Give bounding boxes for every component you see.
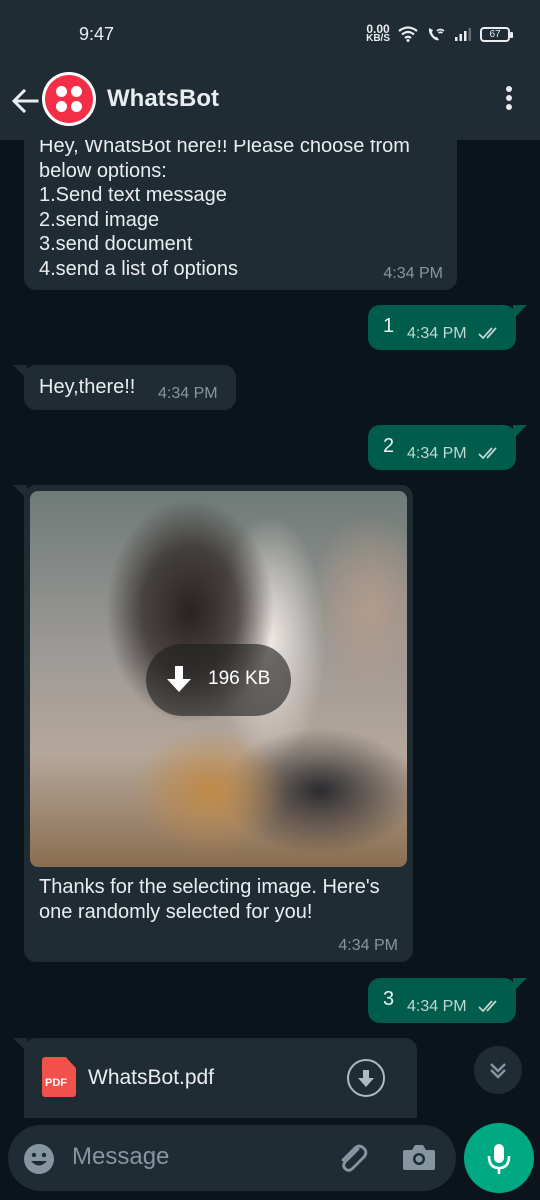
message-text: Hey, WhatsBot here!! Please choose from … — [39, 134, 410, 281]
network-speed: 0.00 KB/S — [366, 23, 390, 44]
arrow-left-icon[interactable] — [10, 86, 40, 116]
signal-icon — [455, 28, 471, 41]
image-caption: Thanks for the selecting image. Here's o… — [39, 875, 380, 924]
message-time: 4:34 PM — [158, 385, 218, 402]
message-input[interactable]: Message — [72, 1143, 169, 1171]
double-check-icon — [478, 327, 497, 340]
chat-title[interactable]: WhatsBot — [107, 85, 219, 113]
document-download-button[interactable] — [347, 1059, 385, 1097]
top-bar: 9:47 0.00 KB/S 67 WhatsBot — [0, 0, 540, 140]
caption-line: Thanks for the selecting image. Here's — [39, 876, 380, 898]
chat-header: WhatsBot — [0, 68, 540, 140]
double-check-icon — [478, 447, 497, 460]
message-text: Hey,there!! — [39, 376, 136, 398]
message-time: 4:34 PM — [338, 937, 398, 954]
message-time: 4:34 PM — [407, 325, 467, 342]
pdf-badge: PDF — [45, 1077, 67, 1089]
image-file-size: 196 KB — [208, 668, 271, 689]
chevron-double-down-icon — [490, 1063, 506, 1079]
battery-indicator: 67 — [480, 26, 513, 42]
message-text: 2 — [383, 435, 395, 457]
twilio-logo-icon — [45, 75, 93, 123]
message-line: below options: — [39, 159, 167, 182]
avatar[interactable] — [42, 72, 96, 126]
document-file-name: WhatsBot.pdf — [88, 1066, 215, 1089]
outgoing-message[interactable]: 3 4:34 PM — [368, 978, 516, 1023]
camera-icon[interactable] — [402, 1142, 436, 1172]
outgoing-message[interactable]: 1 4:34 PM — [368, 305, 516, 350]
message-line: 2.send image — [39, 208, 160, 231]
incoming-document-message[interactable]: PDF WhatsBot.pdf — [24, 1038, 417, 1118]
more-vertical-icon[interactable] — [504, 86, 514, 114]
image-preview[interactable]: 196 KB — [30, 491, 407, 867]
message-time: 4:34 PM — [407, 998, 467, 1015]
network-speed-unit: KB/S — [366, 33, 390, 44]
status-bar: 9:47 0.00 KB/S 67 — [0, 0, 540, 68]
message-composer: Message — [8, 1125, 456, 1191]
emoji-icon[interactable] — [23, 1143, 55, 1175]
incoming-image-message[interactable]: 196 KB Thanks for the selecting image. H… — [24, 485, 413, 962]
message-line: 4.send a list of options — [39, 257, 239, 280]
status-time: 9:47 — [79, 24, 115, 44]
mic-icon — [487, 1144, 511, 1174]
voice-record-button[interactable] — [464, 1123, 534, 1193]
outgoing-message[interactable]: 2 4:34 PM — [368, 425, 516, 470]
scroll-to-bottom-button[interactable] — [474, 1046, 522, 1094]
wifi-calling-icon — [428, 28, 445, 41]
status-icons: 0.00 KB/S 67 — [366, 20, 513, 48]
attach-icon[interactable] — [336, 1141, 370, 1175]
pdf-file-icon: PDF — [42, 1057, 76, 1097]
wifi-icon — [398, 26, 418, 42]
message-line: 3.send document — [39, 233, 193, 255]
message-text: 1 — [383, 315, 395, 337]
caption-line: one randomly selected for you! — [39, 900, 313, 923]
incoming-message[interactable]: Hey,there!! 4:34 PM — [24, 365, 236, 410]
message-line: 1.Send text message — [39, 184, 227, 206]
double-check-icon — [478, 1000, 497, 1013]
download-icon — [358, 1070, 374, 1087]
message-time: 4:34 PM — [383, 265, 443, 282]
message-time: 4:34 PM — [407, 445, 467, 462]
message-text: 3 — [383, 988, 395, 1010]
download-icon — [167, 666, 191, 692]
image-download-button[interactable]: 196 KB — [146, 644, 291, 716]
